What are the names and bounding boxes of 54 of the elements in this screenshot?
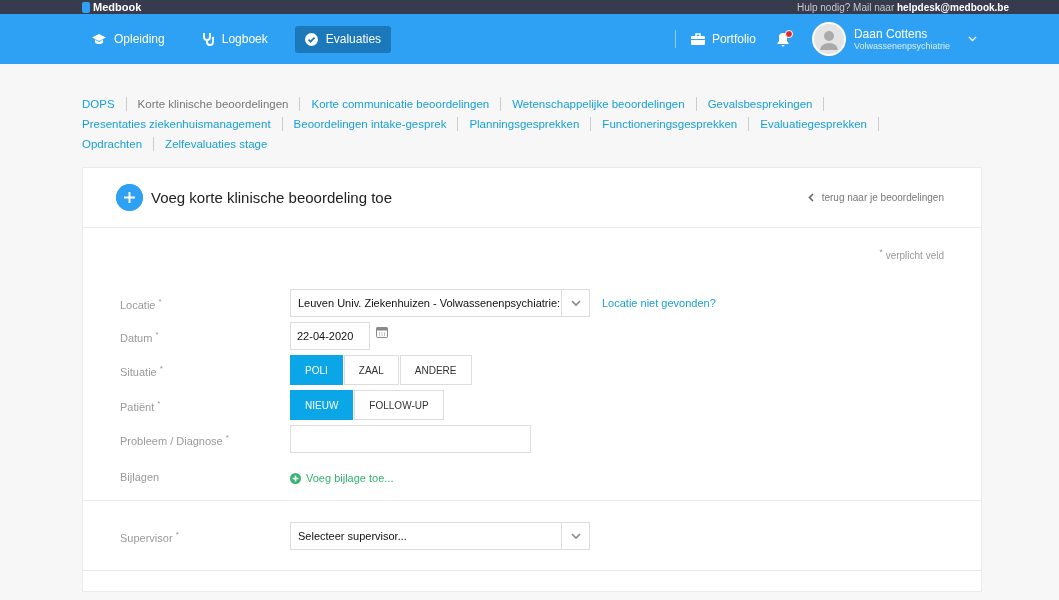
location-select[interactable]: Leuven Univ. Ziekenhuizen - Volwassenenpsychiatrie: [290,289,590,318]
field-label: Bijlagen [120,471,161,484]
add-icon [116,184,143,211]
subnav-link[interactable]: Korte communicatie beoordelingen [311,97,502,111]
nav-tab[interactable]: Opleiding [82,25,175,53]
toggle-option[interactable]: FOLLOW-UP [354,390,444,421]
toggle-option[interactable]: ANDERE [399,355,472,386]
toggle-option[interactable]: ZAAL [343,355,399,386]
chevron-left-icon [807,193,814,202]
help-text: Hulp nodig? Mail naar helpdesk@medbook.be [796,1,1009,13]
date-field[interactable]: 22-04-2020 [290,322,370,351]
field-label: Datum $^{*}$ [120,329,160,344]
subnav-link[interactable]: Evaluatiegesprekken [760,117,879,131]
briefcase-icon [690,33,705,45]
toggle-option[interactable]: NIEUW [290,390,354,421]
field-label: Locatie $^{*}$ [120,296,163,311]
required-note: $^{*}$ verplicht veld [879,247,944,262]
subnav-link[interactable]: Zelfevaluaties stage [165,137,279,151]
card-title: Voeg korte klinische beoordeling toe [151,189,393,206]
logo-text: Medbook [93,1,142,13]
bell-icon[interactable] [775,31,790,47]
subnav-link[interactable]: Beoordelingen intake-gesprek [293,117,459,131]
calendar-icon[interactable] [376,327,388,339]
subnav-link[interactable]: Functioneringsgesprekken [602,117,750,131]
back-link[interactable]: terug naar je beoordelingen [807,192,944,203]
nav-tab[interactable]: Evaluaties [294,25,392,53]
field-label: Patiënt $^{*}$ [120,398,162,413]
subnav-link[interactable]: Wetenschappelijke beoordelingen [512,97,697,111]
field-label: Supervisor $^{*}$ [120,529,180,544]
diagnosis-input[interactable] [290,425,531,454]
subnav-link[interactable]: Gevalsbesprekingen [707,97,825,111]
check-circle-icon [304,32,318,46]
subnav-link[interactable]: Planningsgesprekken [469,117,592,131]
add-attachment-link[interactable]: Voeg bijlage toe... [290,472,394,485]
subnav-link[interactable]: DOPS [82,97,127,111]
chevron-down-icon [570,299,581,307]
field-label: Situatie $^{*}$ [120,363,164,378]
user-name: Daan Cottens [853,27,929,41]
add-icon [290,472,301,484]
location-link[interactable]: Locatie niet gevonden? [602,297,716,310]
toggle-option[interactable]: POLI [290,355,343,386]
nav-tab[interactable]: Logboek [191,25,278,53]
field-label: Probleem / Diagnose $^{*}$ [120,432,230,447]
supervisor-select[interactable]: Selecteer supervisor... [290,522,590,551]
user-role: Volwassenenpsychiatrie [853,41,950,51]
subnav-link[interactable]: Korte klinische beoordelingen [137,97,301,111]
stethoscope-icon [201,32,214,46]
graduation-cap-icon [92,33,106,45]
subnav-link[interactable]: Opdrachten [82,137,155,151]
chevron-down-icon [570,532,581,540]
chevron-down-icon[interactable] [968,36,977,42]
avatar[interactable] [811,22,846,56]
subnav-link[interactable]: Presentaties ziekenhuismanagement [82,117,283,131]
portfolio-link[interactable]: Portfolio [690,32,756,46]
